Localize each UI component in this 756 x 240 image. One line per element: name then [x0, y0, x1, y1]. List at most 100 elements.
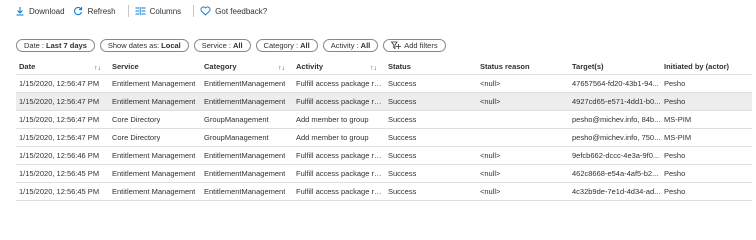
- filter-label: Category :: [263, 41, 299, 50]
- sort-icon[interactable]: ↑↓: [278, 65, 285, 71]
- cell-activity: Fulfill access package res...: [296, 97, 385, 106]
- cell-date: 1/15/2020, 12:56:47 PM: [19, 79, 100, 88]
- cell-service: Entitlement Management: [112, 97, 196, 106]
- cell-targets: 47657564-fd20-43b1-94...: [572, 79, 659, 88]
- column-header-category[interactable]: Category ↑↓: [201, 62, 293, 71]
- cell-category: EntitlementManagement: [204, 151, 286, 160]
- column-header-label: Target(s): [572, 61, 604, 71]
- cell-status-reason: <null>: [480, 169, 501, 178]
- column-header-status[interactable]: Status: [385, 62, 477, 71]
- cell-status-reason: <null>: [480, 151, 501, 160]
- column-header-label: Status reason: [480, 61, 530, 71]
- cell-initiated-by: MS-PIM: [664, 133, 692, 142]
- cell-initiated-by: Pesho: [664, 97, 686, 106]
- column-header-service[interactable]: Service: [109, 62, 201, 71]
- download-button[interactable]: Download: [14, 0, 65, 22]
- download-icon: [14, 6, 25, 17]
- cell-initiated-by: Pesho: [664, 187, 686, 196]
- sort-icon[interactable]: ↑↓: [94, 65, 101, 71]
- cell-category: EntitlementManagement: [204, 97, 286, 106]
- cell-status: Success: [388, 169, 417, 178]
- cell-category: EntitlementManagement: [204, 169, 286, 178]
- cell-status: Success: [388, 97, 417, 106]
- column-header-label: Category: [204, 61, 237, 71]
- filter-activity[interactable]: Activity : All: [322, 39, 379, 52]
- filter-value: All: [360, 41, 371, 50]
- cell-date: 1/15/2020, 12:56:46 PM: [19, 151, 100, 160]
- column-header-label: Status: [388, 61, 411, 71]
- cell-initiated-by: Pesho: [664, 169, 686, 178]
- cell-activity: Fulfill access package res...: [296, 151, 385, 160]
- table-row[interactable]: 1/15/2020, 12:56:45 PM Entitlement Manag…: [16, 165, 752, 183]
- cell-activity: Fulfill access package res...: [296, 187, 385, 196]
- column-header-activity[interactable]: Activity ↑↓: [293, 62, 385, 71]
- columns-icon: [135, 6, 146, 17]
- cell-initiated-by: MS-PIM: [664, 115, 692, 124]
- add-filter-icon: [391, 41, 402, 50]
- column-header-date[interactable]: Date ↑↓: [16, 62, 109, 71]
- cell-targets: 4c32b9de-7e1d-4d34-ad...: [572, 187, 661, 196]
- table-row[interactable]: 1/15/2020, 12:56:45 PM Entitlement Manag…: [16, 183, 752, 201]
- filter-label: Service :: [201, 41, 231, 50]
- sort-icon[interactable]: ↑↓: [370, 65, 377, 71]
- columns-label: Columns: [149, 6, 182, 16]
- cell-date: 1/15/2020, 12:56:45 PM: [19, 169, 100, 178]
- filter-label: Show dates as:: [107, 41, 160, 50]
- filter-service[interactable]: Service : All: [193, 39, 251, 52]
- command-bar: Download Refresh Columns Got feedback?: [0, 0, 756, 22]
- cell-activity: Add member to group: [296, 115, 369, 124]
- column-header-initiated-by[interactable]: Initiated by (actor): [661, 62, 749, 71]
- filter-label: Activity :: [330, 41, 359, 50]
- column-header-label: Date: [19, 61, 36, 71]
- cell-service: Entitlement Management: [112, 151, 196, 160]
- filter-category[interactable]: Category : All: [255, 39, 318, 52]
- table-row[interactable]: 1/15/2020, 12:56:47 PM Entitlement Manag…: [16, 93, 752, 111]
- cell-targets: 4927cd65-e571-4dd1-b0...: [572, 97, 661, 106]
- cell-status: Success: [388, 151, 417, 160]
- toolbar-divider: [127, 5, 129, 17]
- cell-status-reason: <null>: [480, 97, 501, 106]
- refresh-icon: [73, 6, 84, 17]
- table-row[interactable]: 1/15/2020, 12:56:47 PM Core Directory Gr…: [16, 111, 752, 129]
- cell-status: Success: [388, 79, 417, 88]
- cell-status: Success: [388, 187, 417, 196]
- column-header-label: Service: [112, 61, 139, 71]
- filter-show-dates[interactable]: Show dates as: Local: [99, 39, 189, 52]
- column-header-label: Initiated by (actor): [664, 61, 730, 71]
- cell-date: 1/15/2020, 12:56:47 PM: [19, 115, 100, 124]
- cell-category: GroupManagement: [204, 133, 269, 142]
- cell-activity: Fulfill access package res...: [296, 169, 385, 178]
- filter-date[interactable]: Date : Last 7 days: [16, 39, 95, 52]
- feedback-heart-icon: [200, 6, 211, 17]
- cell-activity: Fulfill access package res...: [296, 79, 385, 88]
- download-label: Download: [29, 6, 65, 16]
- columns-button[interactable]: Columns: [135, 0, 182, 22]
- cell-category: GroupManagement: [204, 115, 269, 124]
- cell-date: 1/15/2020, 12:56:47 PM: [19, 133, 100, 142]
- feedback-label: Got feedback?: [215, 6, 268, 16]
- cell-initiated-by: Pesho: [664, 79, 686, 88]
- filter-value: Last 7 days: [46, 41, 87, 50]
- table-row[interactable]: 1/15/2020, 12:56:47 PM Core Directory Gr…: [16, 129, 752, 147]
- table-row[interactable]: 1/15/2020, 12:56:47 PM Entitlement Manag…: [16, 75, 752, 93]
- feedback-button[interactable]: Got feedback?: [200, 0, 267, 22]
- cell-service: Entitlement Management: [112, 187, 196, 196]
- cell-status: Success: [388, 115, 417, 124]
- column-header-targets[interactable]: Target(s): [569, 62, 661, 71]
- cell-status: Success: [388, 133, 417, 142]
- cell-service: Core Directory: [112, 115, 161, 124]
- cell-service: Entitlement Management: [112, 169, 196, 178]
- filter-label: Date :: [24, 41, 45, 50]
- table-body: 1/15/2020, 12:56:47 PM Entitlement Manag…: [16, 75, 752, 201]
- refresh-button[interactable]: Refresh: [73, 0, 116, 22]
- add-filters-button[interactable]: Add filters: [383, 39, 446, 52]
- cell-category: EntitlementManagement: [204, 79, 286, 88]
- cell-service: Core Directory: [112, 133, 161, 142]
- column-header-label: Activity: [296, 61, 324, 71]
- cell-targets: 9efcb662-dccc-4e3a-9f0...: [572, 151, 660, 160]
- filter-value: All: [232, 41, 243, 50]
- column-header-status-reason[interactable]: Status reason: [477, 62, 569, 71]
- table-header: Date ↑↓ Service Category ↑↓ Activity ↑↓ …: [16, 58, 752, 75]
- table-row[interactable]: 1/15/2020, 12:56:46 PM Entitlement Manag…: [16, 147, 752, 165]
- cell-targets: pesho@michev.info, 84b...: [572, 115, 661, 124]
